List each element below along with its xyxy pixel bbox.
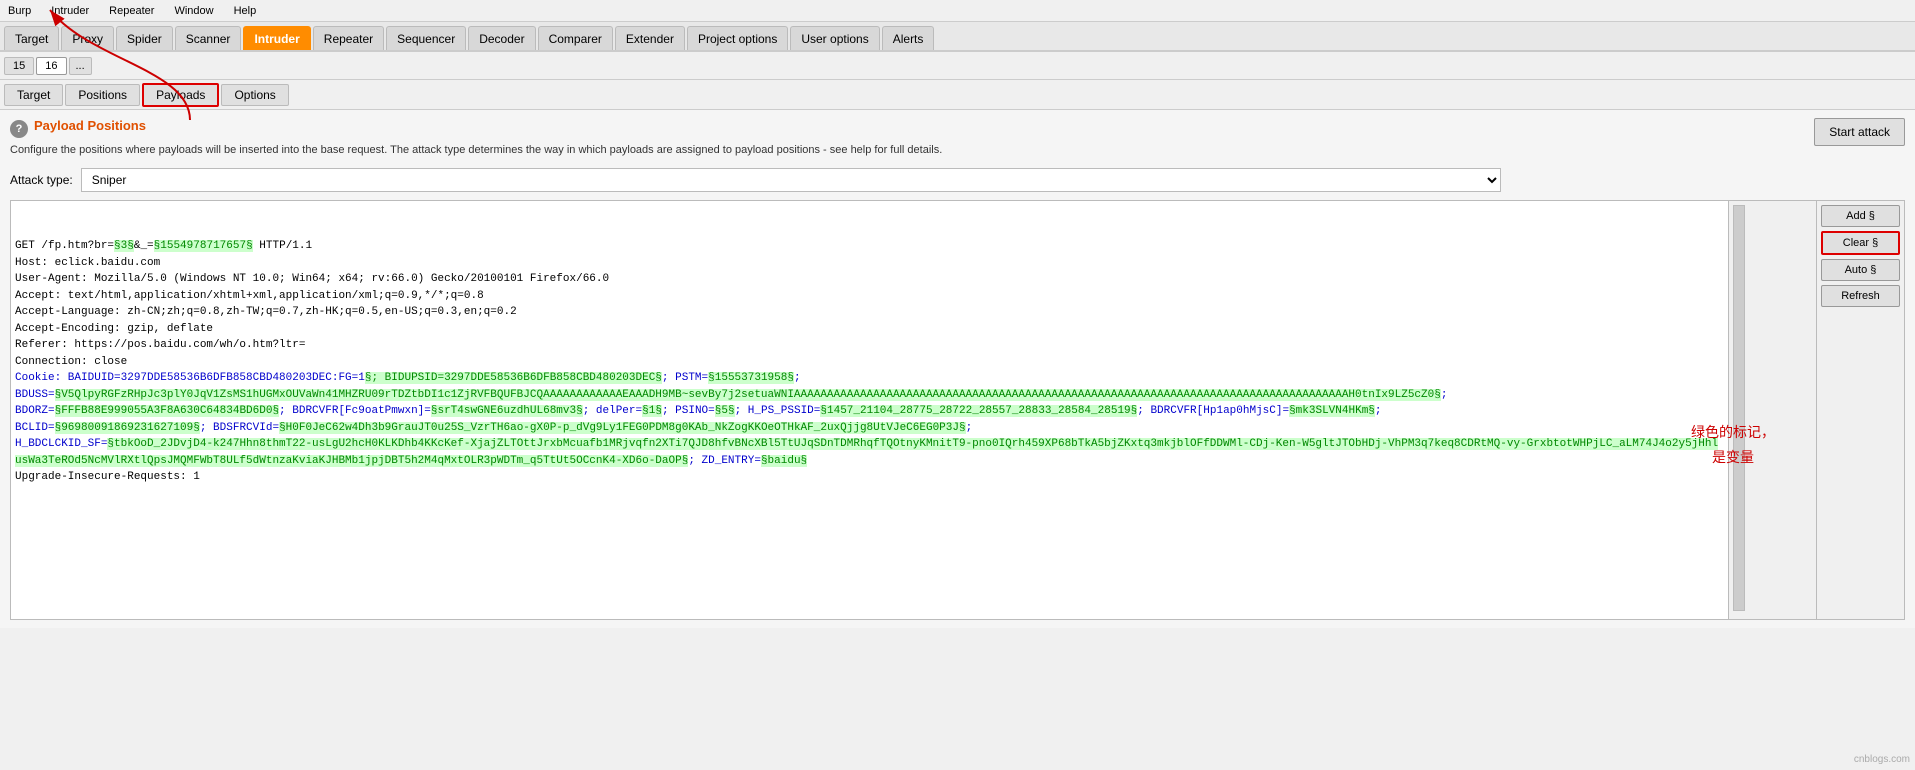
request-editor[interactable]: GET /fp.htm?br=§3§&_=§1554978717657§ HTT…: [10, 200, 1729, 620]
tab-spider[interactable]: Spider: [116, 26, 173, 50]
watermark: cnblogs.com: [1854, 754, 1910, 765]
tab-num-15[interactable]: 15: [4, 57, 34, 75]
tab-intruder[interactable]: Intruder: [243, 26, 310, 50]
tab-comparer[interactable]: Comparer: [538, 26, 613, 50]
sub-tab-target[interactable]: Target: [4, 84, 63, 106]
tab-numbers-row: 15 16 ...: [0, 52, 1915, 80]
help-icon[interactable]: ?: [10, 120, 28, 138]
tab-project-options[interactable]: Project options: [687, 26, 788, 50]
sub-tab-positions[interactable]: Positions: [65, 84, 140, 106]
menubar: Burp Intruder Repeater Window Help: [0, 0, 1915, 22]
sub-tab-options[interactable]: Options: [221, 84, 288, 106]
add-button[interactable]: Add §: [1821, 205, 1900, 227]
main-tab-bar: Target Proxy Spider Scanner Intruder Rep…: [0, 22, 1915, 52]
menu-help[interactable]: Help: [230, 3, 261, 19]
tab-alerts[interactable]: Alerts: [882, 26, 935, 50]
sub-tab-bar: Target Positions Payloads Options: [0, 80, 1915, 110]
menu-burp[interactable]: Burp: [4, 3, 35, 19]
sub-tab-payloads[interactable]: Payloads: [142, 83, 219, 107]
tab-num-more[interactable]: ...: [69, 57, 92, 75]
content-area: Start attack ? Payload Positions Configu…: [0, 110, 1915, 628]
menu-repeater[interactable]: Repeater: [105, 3, 158, 19]
menu-window[interactable]: Window: [170, 3, 217, 19]
tab-repeater[interactable]: Repeater: [313, 26, 384, 50]
tab-num-16[interactable]: 16: [36, 57, 66, 75]
menu-intruder[interactable]: Intruder: [47, 3, 93, 19]
tab-sequencer[interactable]: Sequencer: [386, 26, 466, 50]
tab-user-options[interactable]: User options: [790, 26, 879, 50]
payload-description: Configure the positions where payloads w…: [10, 143, 1905, 158]
tab-scanner[interactable]: Scanner: [175, 26, 242, 50]
attack-type-select[interactable]: Sniper Battering ram Pitchfork Cluster b…: [81, 168, 1501, 192]
editor-container: GET /fp.htm?br=§3§&_=§1554978717657§ HTT…: [10, 200, 1905, 620]
tab-decoder[interactable]: Decoder: [468, 26, 535, 50]
tab-target[interactable]: Target: [4, 26, 59, 50]
tab-extender[interactable]: Extender: [615, 26, 685, 50]
refresh-button[interactable]: Refresh: [1821, 285, 1900, 307]
payload-positions-title: Payload Positions: [34, 118, 146, 133]
tab-proxy[interactable]: Proxy: [61, 26, 114, 50]
clear-button[interactable]: Clear §: [1821, 231, 1900, 255]
attack-type-row: Attack type: Sniper Battering ram Pitchf…: [10, 168, 1905, 192]
auto-button[interactable]: Auto §: [1821, 259, 1900, 281]
attack-type-label: Attack type:: [10, 173, 73, 187]
